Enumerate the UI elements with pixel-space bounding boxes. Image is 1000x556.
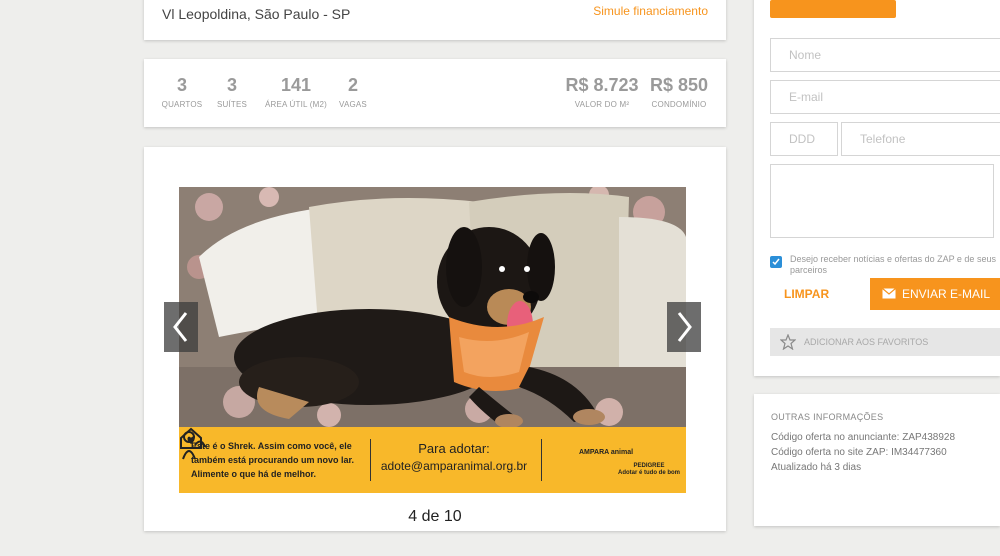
stat-value: 3	[176, 75, 187, 95]
previous-photo-button[interactable]	[164, 302, 198, 352]
listing-stats-card: 3 QUARTOS 3 SUÍTES 141 ÁREA ÚTIL (M2) 2 …	[144, 59, 726, 127]
stat-label: ÁREA ÚTIL (M2)	[264, 100, 328, 109]
stat-value: 3	[226, 75, 237, 95]
other-info-card: OUTRAS INFORMAÇÕES Código oferta no anun…	[754, 394, 1000, 526]
ampara-animal-logo-text: AMPARA animal	[579, 449, 634, 456]
newsletter-label: Desejo receber notícias e ofertas do ZAP…	[790, 254, 996, 275]
stat-condo-fee: R$ 850 CONDOMÍNIO	[644, 75, 714, 109]
stat-bedrooms: 3 QUARTOS	[158, 75, 206, 109]
contact-top-button[interactable]	[770, 0, 896, 18]
stat-value: 2	[347, 75, 358, 95]
photo-counter: 4 de 10	[408, 508, 462, 525]
ddd-field[interactable]	[770, 122, 838, 156]
simulate-financing-link[interactable]: Simule financiamento	[593, 4, 708, 18]
stat-label: CONDOMÍNIO	[651, 100, 707, 109]
address-card: Vl Leopoldina, São Paulo - SP Simule fin…	[144, 0, 726, 40]
stat-label: VALOR DO M²	[574, 100, 630, 109]
pedigree-house-icon	[180, 427, 202, 449]
chevron-left-icon	[173, 312, 188, 342]
stat-value: 141	[280, 75, 312, 95]
stat-parking: 2 VAGAS	[330, 75, 376, 109]
stat-area: 141 ÁREA ÚTIL (M2)	[256, 75, 336, 109]
stat-label: VAGAS	[339, 100, 367, 109]
pedigree-name: PEDIGREE	[633, 463, 665, 469]
stat-value: R$ 850	[649, 75, 709, 95]
phone-field[interactable]	[841, 122, 1000, 156]
checkmark-icon	[772, 258, 780, 266]
adoption-banner: Este é o Shrek. Assim como você, ele tam…	[179, 427, 686, 493]
stat-price-per-m2: R$ 8.723 VALOR DO M²	[562, 75, 642, 109]
adopt-contact: Para adotar: adote@amparanimal.org.br	[377, 441, 531, 473]
pedigree-caption: PEDIGREE Adotar é tudo de bom	[613, 463, 685, 477]
add-to-favorites-button[interactable]: ADICIONAR AOS FAVORITOS	[770, 328, 1000, 356]
listing-address: Vl Leopoldina, São Paulo - SP	[162, 6, 351, 22]
zap-offer-code: Código oferta no site ZAP: IM34477360	[771, 447, 947, 458]
contact-form: Desejo receber notícias e ofertas do ZAP…	[754, 0, 1000, 376]
advertiser-offer-code: Código oferta no anunciante: ZAP438928	[771, 432, 956, 443]
banner-divider	[370, 439, 371, 481]
pedigree-tagline: Adotar é tudo de bom	[618, 470, 680, 476]
next-photo-button[interactable]	[667, 302, 701, 352]
adopt-title: Para adotar:	[418, 441, 490, 456]
other-info-title: OUTRAS INFORMAÇÕES	[771, 412, 884, 422]
updated-at: Atualizado há 3 dias	[771, 462, 862, 473]
add-to-favorites-label: ADICIONAR AOS FAVORITOS	[804, 337, 929, 347]
banner-divider	[541, 439, 542, 481]
send-email-button[interactable]: ENVIAR E-MAIL	[870, 278, 1000, 310]
newsletter-checkbox[interactable]	[770, 256, 782, 268]
envelope-icon	[882, 288, 896, 299]
star-icon	[780, 334, 796, 350]
send-email-label: ENVIAR E-MAIL	[902, 287, 991, 301]
stat-label: SUÍTES	[216, 100, 248, 109]
stat-suites: 3 SUÍTES	[208, 75, 256, 109]
clear-button[interactable]: LIMPAR	[784, 287, 829, 301]
gallery-photo: Este é o Shrek. Assim como você, ele tam…	[179, 187, 686, 493]
adopt-email: adote@amparanimal.org.br	[380, 459, 528, 473]
dog-on-sofa-image	[179, 187, 686, 427]
message-field[interactable]	[770, 164, 994, 238]
chevron-right-icon	[677, 312, 692, 342]
name-field[interactable]	[770, 38, 1000, 72]
stat-label: QUARTOS	[161, 100, 203, 109]
stat-value: R$ 8.723	[565, 75, 639, 95]
email-field[interactable]	[770, 80, 1000, 114]
photo-gallery: Este é o Shrek. Assim como você, ele tam…	[144, 147, 726, 531]
